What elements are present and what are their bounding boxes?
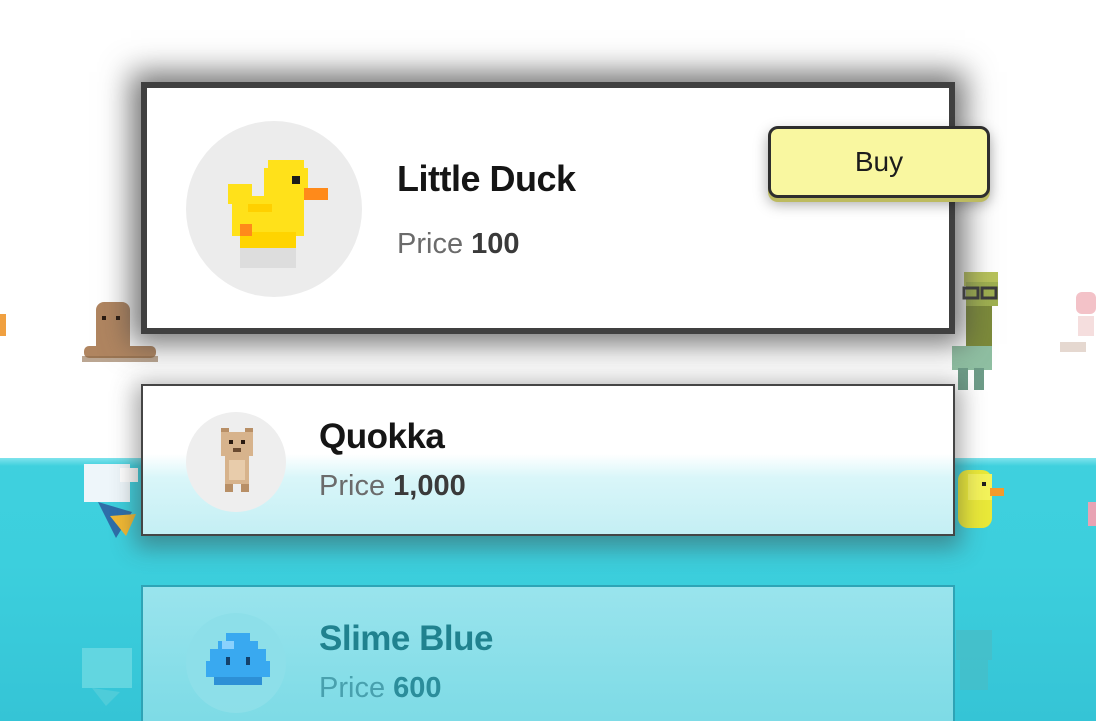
- item-name: Quokka: [319, 417, 445, 456]
- buy-button[interactable]: Buy: [768, 126, 990, 198]
- item-price: Price 1,000: [319, 470, 466, 502]
- swimming-duck-sprite: [952, 466, 1006, 534]
- shop-item-card[interactable]: Quokka Price 1,000: [141, 384, 955, 536]
- pink-sprite-edge: [1088, 496, 1096, 532]
- faded-underwater-creature: [950, 626, 1000, 696]
- item-price: Price 100: [397, 228, 520, 260]
- faded-underwater-sprite: [72, 636, 142, 706]
- game-stage: Little Duck Price 100 Buy Quokka Price 1…: [0, 0, 1096, 721]
- pink-creature-sprite: [1058, 286, 1096, 366]
- item-name: Slime Blue: [319, 619, 493, 658]
- item-name: Little Duck: [397, 158, 576, 199]
- shop-item-card-featured[interactable]: Little Duck Price 100: [141, 82, 955, 334]
- white-bird-sprite: [76, 458, 146, 540]
- orange-sprite-edge: [0, 300, 8, 352]
- quokka-icon: [217, 428, 257, 492]
- shop-item-card[interactable]: Slime Blue Price 600: [141, 585, 955, 721]
- slime-blue-icon: [205, 633, 271, 685]
- duck-icon: [224, 156, 336, 272]
- frog-with-glasses-sprite: [948, 272, 1010, 396]
- item-price: Price 600: [319, 672, 442, 704]
